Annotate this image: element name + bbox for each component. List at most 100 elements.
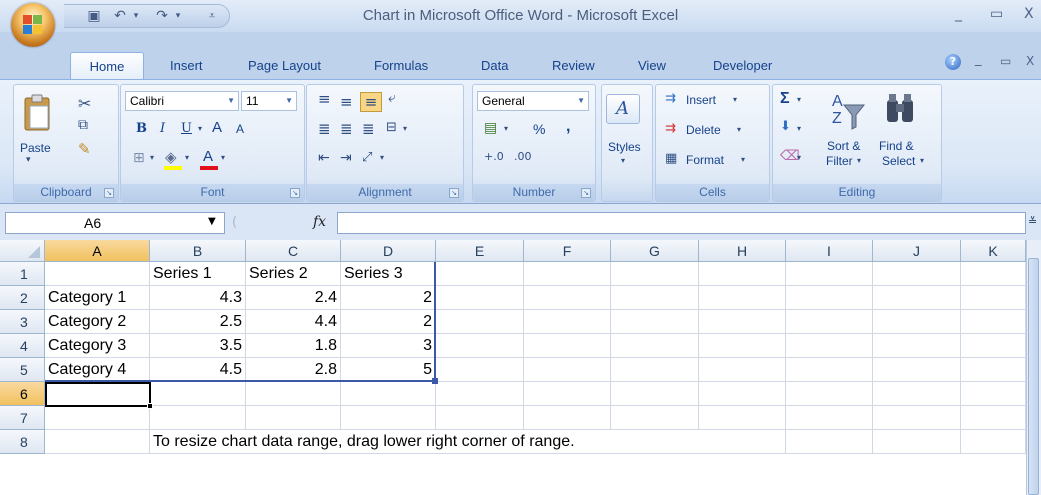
row-header-5[interactable]: 5 [0,358,45,382]
cell-c5[interactable]: 2.8 [246,358,341,382]
comma-button[interactable]: , [566,118,570,136]
underline-button[interactable]: U [181,121,192,136]
name-box-dropdown-icon[interactable]: ▼ [208,216,216,227]
autosum-dropdown-icon[interactable]: ▾ [797,95,801,104]
tab-home[interactable]: Home [70,52,144,80]
cell-h6[interactable] [699,382,786,406]
font-name-dropdown-icon[interactable]: ▼ [227,92,235,110]
cell-d5[interactable]: 5 [341,358,436,382]
orientation-dropdown-icon[interactable]: ▾ [380,153,384,162]
cell-h3[interactable] [699,310,786,334]
cell-g6[interactable] [611,382,699,406]
cell-h7[interactable] [699,406,786,430]
column-header-g[interactable]: G [611,240,699,262]
fill-handle[interactable] [147,403,153,409]
format-dropdown-icon[interactable]: ▾ [741,155,745,164]
cell-k3[interactable] [961,310,1026,334]
cut-icon[interactable]: ✂ [78,94,91,113]
top-align-icon[interactable]: ≡ [318,90,331,108]
cell-h2[interactable] [699,286,786,310]
delete-cells-button[interactable]: Delete [686,123,721,137]
cell-g5[interactable] [611,358,699,382]
sort-filter-dropdown-icon[interactable]: ▾ [857,156,861,165]
bold-button[interactable]: B [136,121,147,136]
cell-g2[interactable] [611,286,699,310]
percent-button[interactable]: % [533,121,545,137]
insert-function-icon[interactable]: fx [313,214,326,230]
column-header-d[interactable]: D [341,240,436,262]
active-cell-a6[interactable] [45,382,151,407]
cell-a4[interactable]: Category 3 [45,334,150,358]
cell-i7[interactable] [786,406,873,430]
alignment-launcher-icon[interactable]: ↘ [449,188,459,198]
cell-e4[interactable] [436,334,524,358]
merge-dropdown-icon[interactable]: ▾ [403,124,407,133]
cell-i4[interactable] [786,334,873,358]
cell-e7[interactable] [436,406,524,430]
tab-view[interactable]: View [638,58,666,73]
cell-a3[interactable]: Category 2 [45,310,150,334]
cell-d2[interactable]: 2 [341,286,436,310]
sort-filter-icon[interactable]: A Z [830,91,866,131]
cell-f4[interactable] [524,334,611,358]
cell-f3[interactable] [524,310,611,334]
currency-dropdown-icon[interactable]: ▾ [504,124,508,133]
autosum-button[interactable]: Σ [780,90,790,108]
cell-j8[interactable] [873,430,961,454]
cell-d4[interactable]: 3 [341,334,436,358]
cell-k2[interactable] [961,286,1026,310]
cell-k5[interactable] [961,358,1026,382]
paste-dropdown-icon[interactable]: ▾ [26,155,31,165]
insert-cells-button[interactable]: Insert [686,93,716,107]
align-left-icon[interactable]: ≣ [318,120,331,138]
restore-button[interactable]: ▭ [990,6,1003,22]
find-select-dropdown-icon[interactable]: ▾ [920,156,924,165]
cell-i2[interactable] [786,286,873,310]
tab-formulas[interactable]: Formulas [374,58,428,73]
increase-decimal-icon[interactable]: +.0 [484,150,504,163]
cell-f7[interactable] [524,406,611,430]
cell-e2[interactable] [436,286,524,310]
formula-input[interactable] [337,212,1026,234]
cell-d6[interactable] [341,382,436,406]
row-header-4[interactable]: 4 [0,334,45,358]
expand-formula-bar-icon[interactable]: ≚ [1028,215,1037,228]
delete-cells-icon[interactable]: ⇉ [665,121,676,136]
wrap-text-icon[interactable]: ⤶ [388,90,396,106]
cell-i3[interactable] [786,310,873,334]
number-format-dropdown-icon[interactable]: ▼ [577,92,585,110]
cell-b4[interactable]: 3.5 [150,334,246,358]
row-header-3[interactable]: 3 [0,310,45,334]
underline-dropdown-icon[interactable]: ▾ [198,124,202,133]
find-select-icon[interactable] [884,92,916,128]
fill-color-icon[interactable]: ◈ [165,148,177,166]
select-all-corner[interactable] [0,240,45,262]
column-header-k[interactable]: K [961,240,1026,262]
cell-j1[interactable] [873,262,961,286]
column-header-c[interactable]: C [246,240,341,262]
fill-icon[interactable]: ⬇ [780,119,791,134]
cell-c1[interactable]: Series 2 [246,262,341,286]
cell-g3[interactable] [611,310,699,334]
cell-d1[interactable]: Series 3 [341,262,436,286]
italic-button[interactable]: I [160,121,165,136]
cell-j7[interactable] [873,406,961,430]
align-center-icon[interactable]: ≣ [340,120,353,138]
name-box[interactable]: A6 [5,212,225,234]
cell-c4[interactable]: 1.8 [246,334,341,358]
ribbon-minimize-button[interactable]: _ [975,52,982,67]
sort-filter-button[interactable]: Sort & [827,139,860,153]
font-launcher-icon[interactable]: ↘ [290,188,300,198]
tab-data[interactable]: Data [481,58,508,73]
clear-dropdown-icon[interactable]: ▾ [797,153,801,162]
cell-h1[interactable] [699,262,786,286]
cell-b8[interactable]: To resize chart data range, drag lower r… [150,430,575,454]
cell-b7[interactable] [150,406,246,430]
cell-i6[interactable] [786,382,873,406]
styles-icon[interactable]: A [606,94,640,124]
cell-j4[interactable] [873,334,961,358]
cell-b6[interactable] [150,382,246,406]
clipboard-launcher-icon[interactable]: ↘ [104,188,114,198]
decrease-decimal-icon[interactable]: .00 [514,150,532,163]
workbook-close-button[interactable]: X [1026,54,1034,68]
